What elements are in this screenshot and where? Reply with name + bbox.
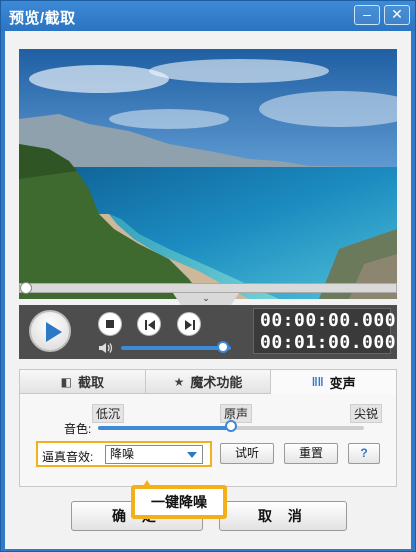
tab-crop-label: 截取 xyxy=(78,375,105,390)
tab-crop[interactable]: ◧ 截取 xyxy=(20,370,146,394)
tone-sharp-label: 尖锐 xyxy=(350,404,383,423)
preview-image xyxy=(19,49,397,299)
window-client-area: ⌄ 00:00:00.000 00:01:00.000 ◧ 截取 ★ 魔术功能 … xyxy=(5,31,411,549)
next-frame-button[interactable] xyxy=(177,312,201,336)
timeline-knob[interactable] xyxy=(20,282,32,294)
waveform-icon: ‖‖ xyxy=(311,375,324,389)
cancel-button[interactable]: 取 消 xyxy=(219,501,347,531)
stop-icon xyxy=(106,320,114,328)
volume-icon[interactable] xyxy=(98,341,114,355)
playback-controls: 00:00:00.000 00:01:00.000 xyxy=(19,305,397,359)
preview-crop-window: 预览/截取 – ✕ ⌄ 00:00:00.000 00:01:00.000 ◧ … xyxy=(0,0,416,552)
step-forward-icon xyxy=(185,320,195,330)
effect-label: 逼真音效: xyxy=(42,450,94,464)
film-cut-icon: ◧ xyxy=(60,374,72,389)
help-icon: ? xyxy=(360,446,368,460)
current-time: 00:00:00.000 xyxy=(260,310,397,331)
dropdown-arrow-icon xyxy=(187,452,197,458)
chevron-down-icon: ⌄ xyxy=(202,293,210,303)
tab-magic[interactable]: ★ 魔术功能 xyxy=(145,370,272,394)
tone-original-label: 原声 xyxy=(220,404,253,423)
listen-button[interactable]: 试听 xyxy=(220,443,274,464)
window-title: 预览/截取 xyxy=(9,10,76,27)
close-button[interactable]: ✕ xyxy=(384,5,410,25)
collapse-toggle[interactable]: ⌄ xyxy=(173,293,239,305)
stop-button[interactable] xyxy=(98,312,122,336)
step-back-icon xyxy=(145,320,155,330)
reset-button[interactable]: 重置 xyxy=(284,443,338,464)
minimize-button[interactable]: – xyxy=(354,5,380,25)
function-tabs-panel: ◧ 截取 ★ 魔术功能 ‖‖ 变声 低沉 原声 尖锐 音色: 逼真音效: 降噪 … xyxy=(19,369,397,487)
minimize-icon: – xyxy=(363,6,371,22)
magic-icon: ★ xyxy=(173,374,185,389)
effect-highlight-box: 逼真音效: 降噪 xyxy=(36,441,212,467)
effect-select-value: 降噪 xyxy=(110,447,135,461)
play-icon xyxy=(46,322,62,342)
total-time: 00:01:00.000 xyxy=(260,332,397,353)
previous-frame-button[interactable] xyxy=(137,312,161,336)
tone-label: 音色: xyxy=(64,422,92,436)
tab-magic-label: 魔术功能 xyxy=(190,375,243,390)
one-click-denoise-callout: 一键降噪 xyxy=(131,485,227,519)
close-icon: ✕ xyxy=(391,6,403,22)
tab-voice-change[interactable]: ‖‖ 变声 xyxy=(271,370,397,394)
play-button[interactable] xyxy=(29,310,71,352)
tone-slider-fill xyxy=(98,426,231,430)
help-button[interactable]: ? xyxy=(348,443,380,464)
volume-slider-track[interactable] xyxy=(121,346,231,350)
tone-low-label: 低沉 xyxy=(92,404,125,423)
volume-slider-knob[interactable] xyxy=(217,341,230,353)
tab-bar: ◧ 截取 ★ 魔术功能 ‖‖ 变声 xyxy=(20,370,397,394)
title-bar[interactable]: 预览/截取 – ✕ xyxy=(1,1,415,31)
tone-slider-knob[interactable] xyxy=(225,420,237,432)
tab-voice-change-label: 变声 xyxy=(329,375,356,391)
timeline-track[interactable] xyxy=(19,282,397,294)
video-preview xyxy=(19,49,397,299)
effect-select[interactable]: 降噪 xyxy=(105,445,203,464)
time-display: 00:00:00.000 00:01:00.000 xyxy=(253,308,397,354)
